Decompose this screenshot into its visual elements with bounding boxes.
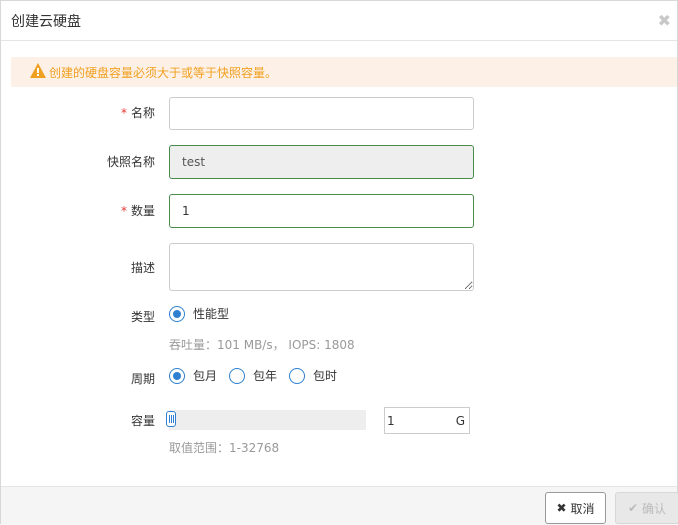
cancel-button[interactable]: ✖ 取消 (545, 492, 606, 524)
capacity-input-box: G (384, 407, 470, 434)
required-mark: * (120, 204, 127, 218)
close-icon[interactable]: ✖ (658, 11, 671, 30)
radio-checked-icon[interactable] (169, 367, 185, 384)
dialog-header: 创建云硬盘 ✖ (1, 1, 677, 41)
type-option-performance[interactable]: 性能型 (169, 305, 229, 322)
radio-checked-icon[interactable] (169, 305, 185, 322)
required-mark: * (120, 106, 127, 120)
snapshot-name-label: 快照名称 (106, 155, 155, 169)
name-input[interactable] (169, 97, 474, 130)
warning-text: 创建的硬盘容量必须大于或等于快照容量。 (49, 66, 278, 80)
period-label: 周期 (130, 372, 155, 386)
quantity-label: * 数量 (120, 204, 155, 218)
confirm-button[interactable]: ✔ 确认 (615, 492, 678, 524)
capacity-slider-handle[interactable] (166, 411, 176, 427)
capacity-label: 容量 (130, 414, 155, 428)
capacity-range-hint: 取值范围：1-32768 (169, 441, 280, 455)
type-label: 类型 (130, 310, 155, 324)
description-label: 描述 (130, 261, 155, 275)
type-radio-group: 性能型 (169, 305, 241, 322)
period-option-yearly[interactable]: 包年 (229, 367, 277, 384)
check-icon: ✔ (627, 501, 639, 515)
period-option-hourly[interactable]: 包时 (289, 367, 337, 384)
quantity-input[interactable] (169, 194, 474, 228)
capacity-unit: G (455, 414, 465, 428)
warning-alert: 创建的硬盘容量必须大于或等于快照容量。 (11, 57, 677, 87)
name-label: * 名称 (120, 106, 155, 120)
create-disk-dialog: 创建云硬盘 ✖ 创建的硬盘容量必须大于或等于快照容量。 *名称 快照名称 *数量… (0, 0, 678, 525)
times-icon: ✖ (556, 501, 567, 515)
capacity-input[interactable] (385, 408, 449, 433)
dialog-title: 创建云硬盘 (11, 14, 81, 30)
snapshot-name-field (169, 145, 474, 179)
throughput-hint: 吞吐量：101 MB/s， IOPS: 1808 (169, 338, 355, 352)
capacity-slider-track[interactable] (169, 410, 366, 430)
description-textarea[interactable] (169, 243, 474, 291)
period-radio-group: 包月 包年 包时 (169, 367, 349, 384)
period-option-monthly[interactable]: 包月 (169, 367, 217, 384)
radio-unchecked-icon[interactable] (289, 367, 306, 384)
radio-unchecked-icon[interactable] (229, 367, 246, 384)
